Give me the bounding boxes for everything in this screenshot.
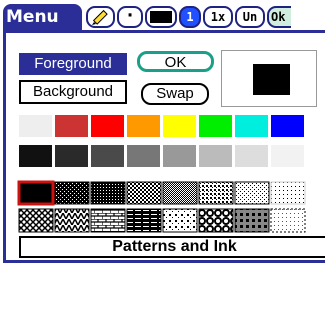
patterns-and-ink-dialog: Foreground Background OK Swap Patterns a… [3,30,325,263]
pattern-1[interactable] [54,181,90,205]
dot-brush-button[interactable]: · [117,6,143,28]
menu-button[interactable]: Menu [3,4,82,30]
pattern-7[interactable] [270,181,306,205]
pattern-15[interactable] [270,208,306,233]
pattern-14[interactable] [234,208,270,233]
pattern-2[interactable] [90,181,126,205]
pattern-11[interactable] [126,208,162,233]
pattern-3[interactable] [126,181,162,205]
pattern-6[interactable] [234,181,270,205]
zoom-button[interactable]: 1x [203,6,233,28]
pattern-8[interactable] [18,208,54,233]
pattern-5[interactable] [198,181,234,205]
pattern-4[interactable] [162,181,198,205]
pattern-palette [17,180,306,233]
undo-button[interactable]: Un [235,6,265,28]
ink-color-button[interactable] [145,6,177,28]
pencil-icon [92,9,108,25]
pattern-10[interactable] [90,208,126,233]
ok-toolbar-button[interactable]: Ok [267,6,291,28]
status-title: Patterns and Ink [19,236,325,258]
black-swatch-icon [150,11,172,23]
pattern-solid[interactable] [17,180,55,206]
brush-size-button[interactable]: 1 [179,6,201,28]
pattern-13[interactable] [198,208,234,233]
pattern-9[interactable] [54,208,90,233]
pattern-12[interactable] [162,208,198,233]
menubar: Menu · 1 1x Un Ok [3,3,325,30]
pencil-tool-button[interactable] [86,6,115,28]
